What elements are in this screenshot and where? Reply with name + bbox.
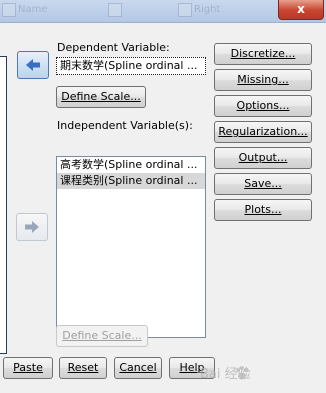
dependent-variable-label: Dependent Variable: (57, 41, 170, 54)
define-scale-dependent-button[interactable]: Define Scale... (56, 86, 146, 108)
watermark-text: Bai 经验 (200, 367, 251, 382)
plots-button[interactable]: Plots... (214, 199, 312, 221)
paste-button[interactable]: Paste (3, 357, 53, 379)
window-icon (2, 3, 16, 17)
discretize-button[interactable]: Discretize... (214, 43, 312, 65)
save-button[interactable]: Save... (214, 173, 312, 195)
cancel-button[interactable]: Cancel (114, 357, 162, 379)
arrow-right-icon (25, 221, 39, 233)
title-bar: Name Right x (0, 0, 326, 22)
define-scale-independent-button[interactable]: Define Scale... (56, 325, 148, 347)
missing-button[interactable]: Missing... (214, 69, 312, 91)
reset-button[interactable]: Reset (59, 357, 107, 379)
independent-variables-list[interactable]: 高考数学(Spline ordinal ... 课程类别(Spline ordi… (56, 156, 206, 338)
source-variable-list[interactable] (0, 56, 7, 354)
toolbar-ghost-icon (108, 3, 122, 17)
dialog-body: Dependent Variable: 期末数学(Spline ordinal … (0, 22, 326, 393)
title-ghost-text: Right (194, 4, 221, 15)
independent-variables-label: Independent Variable(s): (57, 119, 193, 132)
move-to-dependent-button[interactable] (17, 51, 49, 79)
output-button[interactable]: Output... (214, 147, 312, 169)
list-item[interactable]: 高考数学(Spline ordinal ... (57, 157, 205, 173)
close-button[interactable]: x (278, 0, 324, 20)
move-to-independent-button[interactable] (16, 213, 48, 241)
close-icon: x (297, 2, 305, 16)
options-button[interactable]: Options... (214, 95, 312, 117)
toolbar-ghost-icon (178, 3, 192, 17)
regularization-button[interactable]: Regularization... (214, 121, 312, 143)
title-ghost-text: Name (18, 4, 48, 15)
list-item[interactable]: 课程类别(Spline ordinal ... (57, 173, 205, 189)
arrow-left-icon (26, 59, 40, 71)
dependent-variable-field[interactable]: 期末数学(Spline ordinal ... (56, 57, 206, 75)
